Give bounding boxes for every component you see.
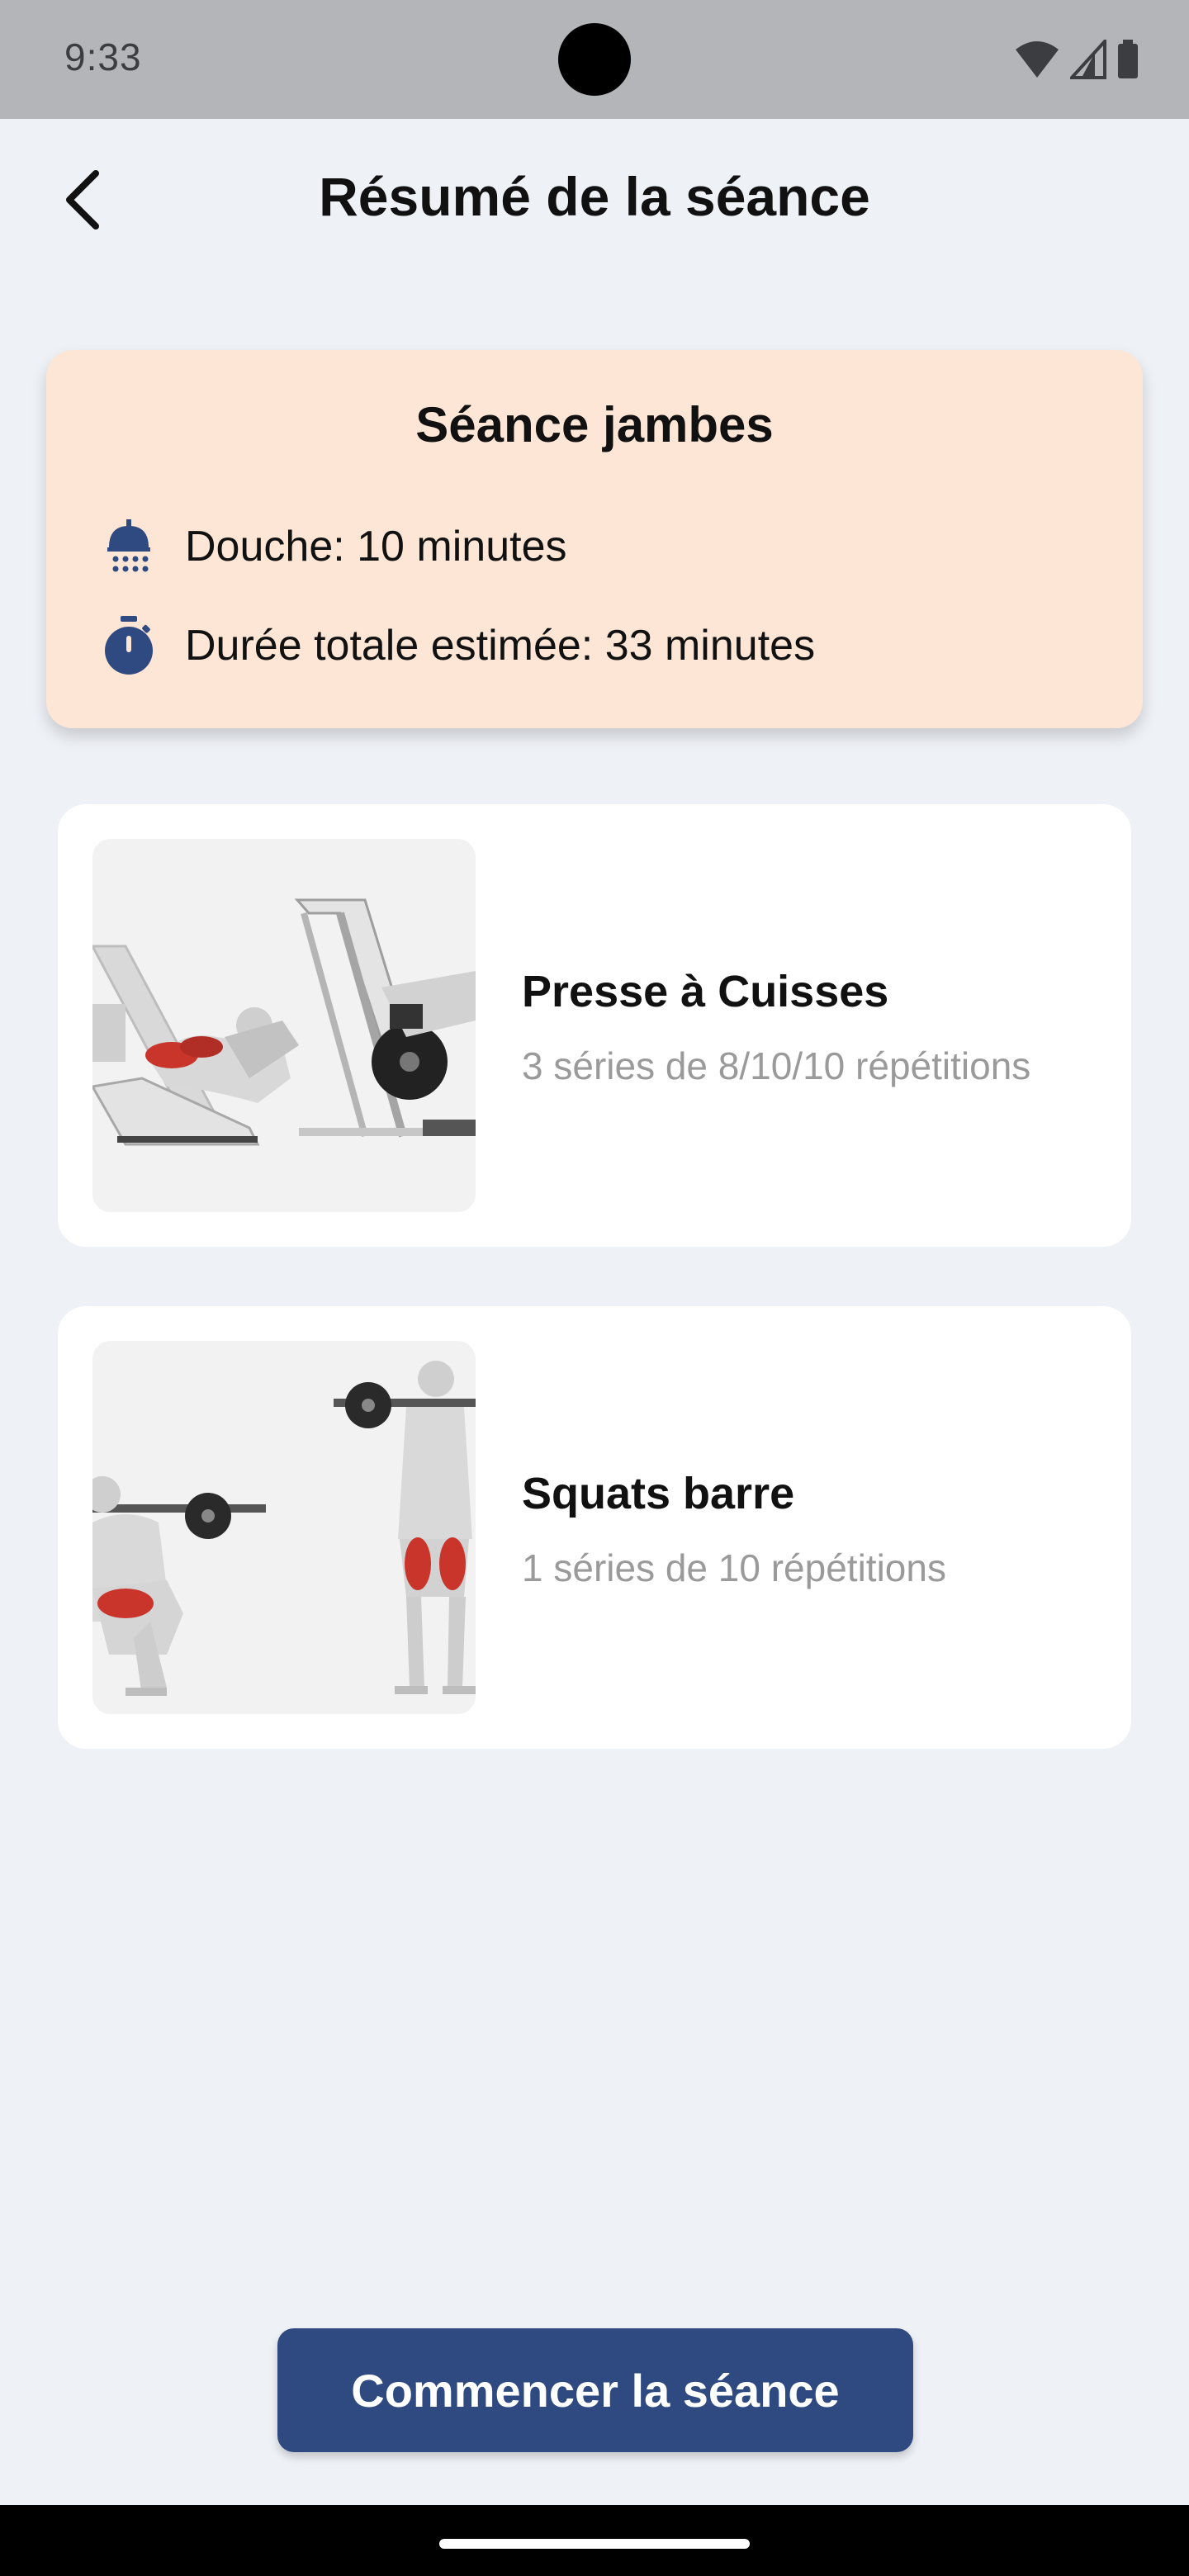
status-icons [1014,38,1139,81]
wifi-icon [1016,41,1059,78]
page-title: Résumé de la séance [319,166,870,227]
exercise-name: Presse à Cuisses [522,967,889,1016]
exercise-card[interactable]: Presse à Cuisses 3 séries de 8/10/10 rép… [58,804,1131,1247]
status-bar: 9:33 [0,0,1189,119]
shower-info-row: Douche: 10 minutes [99,517,567,576]
shower-text: Douche: 10 minutes [185,523,567,571]
duration-info-row: Durée totale estimée: 33 minutes [99,616,815,675]
start-session-button[interactable]: Commencer la séance [277,2328,913,2452]
camera-cutout [558,23,631,96]
duration-text: Durée totale estimée: 33 minutes [185,622,816,670]
home-indicator[interactable] [439,2539,750,2549]
barbell-squat-illustration [92,1341,476,1714]
status-time: 9:33 [64,36,142,78]
exercise-detail: 1 séries de 10 répétitions [522,1546,946,1589]
exercise-detail: 3 séries de 8/10/10 répétitions [522,1044,1031,1087]
shower-icon [99,517,159,576]
exercise-name: Squats barre [522,1469,795,1518]
leg-press-illustration [92,839,476,1212]
signal-icon [1070,40,1106,79]
stopwatch-icon [99,616,159,675]
battery-icon [1118,40,1138,78]
app-bar: Résumé de la séance [0,119,1189,284]
session-title: Séance jambes [415,397,774,452]
exercise-card[interactable]: Squats barre 1 séries de 10 répétitions [58,1306,1131,1749]
